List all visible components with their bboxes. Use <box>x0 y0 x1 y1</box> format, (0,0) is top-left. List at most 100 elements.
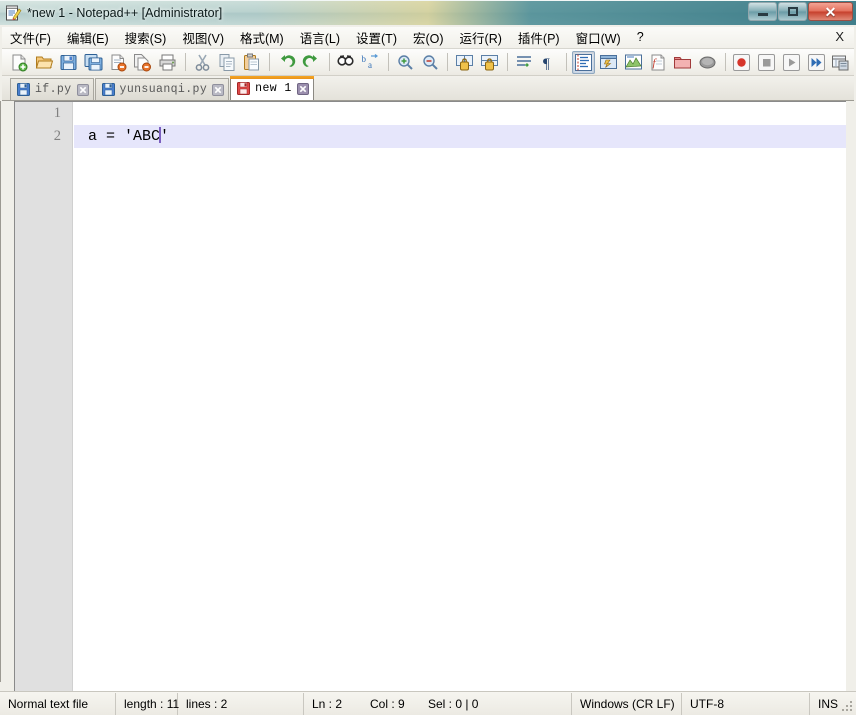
right-window-edge <box>846 101 856 706</box>
function-list-button[interactable]: f <box>646 51 669 74</box>
status-ln[interactable]: Ln : 2 <box>304 693 362 715</box>
modified-file-icon <box>237 82 251 95</box>
menu-language[interactable]: 语言(L) <box>292 25 348 51</box>
svg-text:¶: ¶ <box>543 56 550 72</box>
close-file-icon <box>111 54 127 71</box>
tab-label: if.py <box>35 83 72 96</box>
paste-button[interactable] <box>240 51 263 74</box>
menu-settings[interactable]: 设置(T) <box>348 25 405 51</box>
maximize-icon <box>787 7 798 16</box>
user-defined-dialog-button[interactable] <box>597 51 620 74</box>
print-button[interactable] <box>156 51 179 74</box>
find-button[interactable] <box>335 51 358 74</box>
open-file-button[interactable] <box>33 51 56 74</box>
status-encoding[interactable]: UTF-8 <box>682 692 810 715</box>
undo-button[interactable] <box>275 51 298 74</box>
close-all-files-button[interactable] <box>132 51 155 74</box>
run-macro-multiple-icon <box>807 53 825 71</box>
replace-button[interactable]: b a <box>359 51 382 74</box>
status-selection[interactable]: Sel : 0 | 0 <box>420 692 572 715</box>
menu-view[interactable]: 视图(V) <box>174 25 232 51</box>
sync-vertical-scroll-button[interactable] <box>453 51 476 74</box>
stop-recording-button[interactable] <box>755 51 778 74</box>
tab-close-icon[interactable] <box>296 82 309 95</box>
play-macro-button[interactable] <box>780 51 803 74</box>
indent-guideline-button[interactable] <box>572 50 595 74</box>
show-all-characters-button[interactable]: ¶ <box>538 51 561 74</box>
close-window-button[interactable]: ✕ <box>808 2 853 21</box>
tab-new-1[interactable]: new 1 <box>230 76 314 100</box>
separator-8 <box>724 53 726 71</box>
status-col[interactable]: Col : 9 <box>362 693 420 715</box>
notepad-plus-plus-icon <box>6 5 22 20</box>
save-icon <box>60 54 77 70</box>
sync-horizontal-scroll-button[interactable] <box>478 51 501 74</box>
menu-search[interactable]: 搜索(S) <box>117 25 175 51</box>
folder-as-workspace-icon <box>674 56 691 68</box>
tab-if-py[interactable]: if.py <box>10 78 94 100</box>
status-lines[interactable]: lines : 2 <box>178 692 304 715</box>
show-all-characters-icon: ¶ <box>543 56 550 72</box>
redo-button[interactable] <box>300 51 323 74</box>
record-macro-button[interactable] <box>731 51 754 74</box>
menu-window[interactable]: 窗口(W) <box>568 25 629 51</box>
sync-vertical-scroll-icon <box>456 54 474 70</box>
menu-plugins[interactable]: 插件(P) <box>510 25 568 51</box>
close-document-button[interactable]: X <box>835 29 844 44</box>
stop-recording-icon <box>758 53 776 71</box>
sync-horizontal-scroll-icon <box>481 54 498 70</box>
zoom-in-button[interactable] <box>394 51 417 74</box>
undo-icon <box>281 54 296 67</box>
save-button[interactable] <box>57 51 80 74</box>
close-file-button[interactable] <box>107 51 130 74</box>
code-text-before-caret: a = 'ABC <box>88 128 161 145</box>
menu-run[interactable]: 运行(R) <box>452 25 510 51</box>
separator-3 <box>328 53 330 71</box>
text-content-area[interactable]: a = 'ABC' <box>74 102 846 706</box>
menu-macro[interactable]: 宏(O) <box>405 25 452 51</box>
new-file-button[interactable] <box>8 51 31 74</box>
close-icon: ✕ <box>824 3 837 20</box>
separator-7 <box>566 53 568 71</box>
document-map-button[interactable] <box>622 51 645 74</box>
left-window-edge <box>0 101 14 706</box>
maximize-button[interactable] <box>778 2 807 21</box>
separator-4 <box>388 53 389 71</box>
save-all-icon <box>84 53 103 70</box>
status-eol-format[interactable]: Windows (CR LF) <box>572 692 682 715</box>
tab-close-icon[interactable] <box>76 83 89 96</box>
folder-as-workspace-button[interactable] <box>671 51 694 74</box>
editor-pane[interactable]: 1 2 a = 'ABC' <box>14 101 846 706</box>
svg-text:a: a <box>368 60 372 70</box>
line-number: 2 <box>53 128 61 144</box>
menu-edit[interactable]: 编辑(E) <box>59 25 117 51</box>
code-line-current[interactable]: a = 'ABC' <box>74 125 846 148</box>
print-icon <box>159 54 176 70</box>
tab-yunsuanqi-py[interactable]: yunsuanqi.py <box>94 78 230 100</box>
code-line[interactable] <box>74 102 846 125</box>
word-wrap-button[interactable] <box>513 51 536 74</box>
resize-grip-icon[interactable] <box>840 699 854 713</box>
menu-format[interactable]: 格式(M) <box>232 25 292 51</box>
copy-button[interactable] <box>216 51 239 74</box>
cut-button[interactable] <box>191 51 214 74</box>
status-bar: Normal text file length : 11 lines : 2 L… <box>0 691 856 715</box>
title-bar[interactable]: *new 1 - Notepad++ [Administrator] ✕ <box>0 0 856 25</box>
document-tab-bar: if.py yunsuanqi.py new 1 <box>2 76 854 101</box>
status-length[interactable]: length : 11 <box>116 692 179 715</box>
run-macro-multiple-button[interactable] <box>805 51 828 74</box>
separator-6 <box>506 53 508 71</box>
save-macro-button[interactable] <box>829 51 852 74</box>
zoom-in-icon <box>398 54 413 70</box>
monitoring-button[interactable] <box>696 51 719 74</box>
menu-help[interactable]: ? <box>629 27 652 48</box>
close-all-files-icon <box>134 53 152 71</box>
find-icon <box>337 54 355 66</box>
tab-close-icon[interactable] <box>212 83 225 96</box>
word-wrap-icon <box>516 55 531 67</box>
zoom-out-button[interactable] <box>419 51 442 74</box>
minimize-button[interactable] <box>748 2 777 21</box>
status-file-type[interactable]: Normal text file <box>0 692 116 715</box>
save-all-button[interactable] <box>82 51 105 74</box>
menu-file[interactable]: 文件(F) <box>2 25 59 51</box>
